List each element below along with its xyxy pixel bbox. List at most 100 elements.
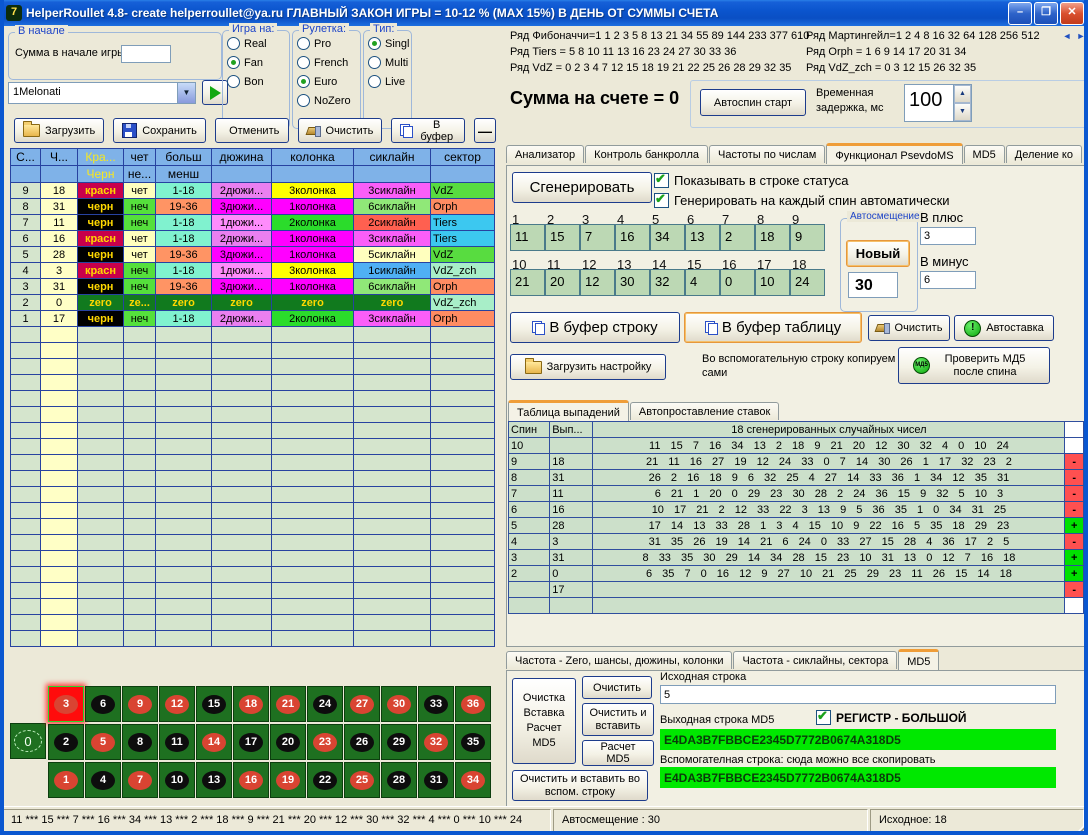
roulette-number-cell[interactable]: 28 (381, 762, 417, 798)
close-button[interactable]: ✕ (1060, 2, 1084, 25)
roulette-number-cell[interactable]: 1 (48, 762, 84, 798)
roulette-number-cell[interactable]: 15 (196, 686, 232, 722)
radio-option-real[interactable]: Real (227, 37, 285, 50)
roulette-number-cell[interactable]: 6 (85, 686, 121, 722)
history-cell: красн (78, 231, 124, 247)
roulette-number-cell[interactable]: 12 (159, 686, 195, 722)
roulette-number-cell[interactable]: 9 (122, 686, 158, 722)
roulette-number-cell[interactable]: 23 (307, 724, 343, 760)
radio-option-live[interactable]: Live (368, 75, 407, 88)
tab-bottom-2[interactable]: MD5 (898, 649, 939, 670)
roulette-number-cell[interactable]: 2 (48, 724, 84, 760)
status-numbers: 11 *** 15 *** 7 *** 16 *** 34 *** 13 ***… (2, 809, 551, 833)
radio-option-euro[interactable]: Euro (297, 75, 356, 88)
roulette-number-cell[interactable]: 14 (196, 724, 232, 760)
roulette-number-cell[interactable]: 7 (122, 762, 158, 798)
clear-button[interactable]: Очистить (868, 315, 950, 341)
source-string-input[interactable] (660, 685, 1056, 704)
radio-option-french[interactable]: French (297, 56, 356, 69)
generate-button[interactable]: Сгенерировать (512, 172, 652, 203)
roulette-number-cell[interactable]: 32 (418, 724, 454, 760)
roulette-number-cell[interactable]: 18 (233, 686, 269, 722)
tab-bottom-1[interactable]: Частота - сиклайны, сектора (733, 651, 897, 669)
tab-main-5[interactable]: Деление ко (1006, 145, 1082, 163)
toolbar-copy-button[interactable]: В буфер (391, 118, 465, 143)
autobet-button[interactable]: !Автоставка (954, 315, 1054, 341)
md5-clear-insert-button[interactable]: Очистить и вставить (582, 703, 654, 736)
check-md5-button[interactable]: МД5Проверить МД5 после спина (898, 347, 1050, 384)
load-settings-button[interactable]: Загрузить настройку (510, 354, 666, 380)
tab-scroll-right-icon[interactable]: ► (1074, 28, 1088, 44)
roulette-number-cell[interactable]: 24 (307, 686, 343, 722)
roulette-number-cell[interactable]: 10 (159, 762, 195, 798)
tab-main-3[interactable]: Функционал PsevdoMS (826, 143, 962, 164)
roulette-number-cell[interactable]: 31 (418, 762, 454, 798)
tab-scroll-left-icon[interactable]: ◄ (1060, 28, 1074, 44)
spinner-up-icon[interactable]: ▲ (954, 85, 971, 103)
roulette-number-cell[interactable]: 19 (270, 762, 306, 798)
roulette-number-cell[interactable]: 34 (455, 762, 491, 798)
radio-option-singl[interactable]: Singl (368, 37, 407, 50)
radio-option-fan[interactable]: Fan (227, 56, 285, 69)
roulette-zero-cell[interactable]: 0 (10, 723, 46, 759)
plus-input[interactable] (920, 227, 976, 245)
toolbar-undo-button[interactable]: Отменить (215, 118, 289, 143)
radio-option-multi[interactable]: Multi (368, 56, 407, 69)
roulette-number-cell[interactable]: 11 (159, 724, 195, 760)
spinner-down-icon[interactable]: ▼ (954, 103, 971, 121)
start-sum-input[interactable] (121, 45, 171, 63)
md5-clear-button[interactable]: Очистить (582, 676, 652, 699)
copy-row-button[interactable]: В буфер строку (510, 312, 680, 343)
minimize-button[interactable]: – (1008, 2, 1032, 25)
history-empty-cell (272, 631, 354, 647)
checkbox-generate-each-spin[interactable]: Генерировать на каждый спин автоматическ… (654, 193, 950, 208)
roulette-number-cell[interactable]: 16 (233, 762, 269, 798)
md5-clear-insert-aux-button[interactable]: Очистить и вставить во вспом. строку (512, 770, 648, 801)
copy-table-button[interactable]: В буфер таблицу (684, 312, 862, 343)
roulette-number-cell[interactable]: 36 (455, 686, 491, 722)
roulette-number-cell[interactable]: 20 (270, 724, 306, 760)
radio-option-nozero[interactable]: NoZero (297, 94, 356, 107)
register-uppercase-checkbox[interactable]: РЕГИСТР - БОЛЬШОЙ (816, 710, 967, 725)
checkbox-show-status[interactable]: Показывать в строке статуса (654, 173, 849, 188)
preset-combobox[interactable]: 1Melonati ▼ (8, 82, 196, 104)
tab-drops-0[interactable]: Таблица выпадений (508, 400, 629, 421)
radio-option-pro[interactable]: Pro (297, 37, 356, 50)
roulette-number-cell[interactable]: 25 (344, 762, 380, 798)
radio-option-bon[interactable]: Bon (227, 75, 285, 88)
md5-calc-button[interactable]: Расчет MD5 (582, 740, 654, 766)
tab-main-4[interactable]: MD5 (964, 145, 1005, 163)
toolbar-folder-button[interactable]: Загрузить (14, 118, 104, 143)
drops-spin-cell (509, 598, 550, 614)
maximize-button[interactable]: ❐ (1034, 2, 1058, 25)
roulette-number-cell[interactable]: 21 (270, 686, 306, 722)
tab-bottom-0[interactable]: Частота - Zero, шансы, дюжины, колонки (506, 651, 732, 669)
roulette-number-cell[interactable]: 17 (233, 724, 269, 760)
new-shift-button[interactable]: Новый (846, 240, 910, 267)
collapse-button[interactable]: — (474, 118, 496, 143)
chevron-down-icon[interactable]: ▼ (177, 82, 196, 104)
tab-main-1[interactable]: Контроль банкролла (585, 145, 708, 163)
autospin-start-button[interactable]: Автоспин старт (700, 89, 806, 116)
roulette-number-cell[interactable]: 8 (122, 724, 158, 760)
minus-input[interactable] (920, 271, 976, 289)
toolbar-brush-button[interactable]: Очистить (298, 118, 383, 143)
roulette-number-cell[interactable]: 4 (85, 762, 121, 798)
roulette-number-cell[interactable]: 13 (196, 762, 232, 798)
history-empty-cell (78, 567, 124, 583)
roulette-number-cell[interactable]: 33 (418, 686, 454, 722)
delay-spinner[interactable]: 100 ▲ ▼ (904, 84, 972, 122)
roulette-number-cell[interactable]: 29 (381, 724, 417, 760)
tab-main-2[interactable]: Частоты по числам (709, 145, 825, 163)
tab-main-0[interactable]: Анализатор (506, 145, 584, 163)
roulette-number-cell[interactable]: 30 (381, 686, 417, 722)
roulette-number-cell[interactable]: 5 (85, 724, 121, 760)
roulette-number-cell[interactable]: 3 (48, 686, 84, 722)
md5-main-button[interactable]: Очистка Вставка Расчет MD5 (512, 678, 576, 764)
roulette-number-cell[interactable]: 35 (455, 724, 491, 760)
roulette-number-cell[interactable]: 22 (307, 762, 343, 798)
toolbar-floppy-button[interactable]: Сохранить (113, 118, 206, 143)
tab-drops-1[interactable]: Автопроставление ставок (630, 402, 779, 420)
roulette-number-cell[interactable]: 27 (344, 686, 380, 722)
roulette-number-cell[interactable]: 26 (344, 724, 380, 760)
